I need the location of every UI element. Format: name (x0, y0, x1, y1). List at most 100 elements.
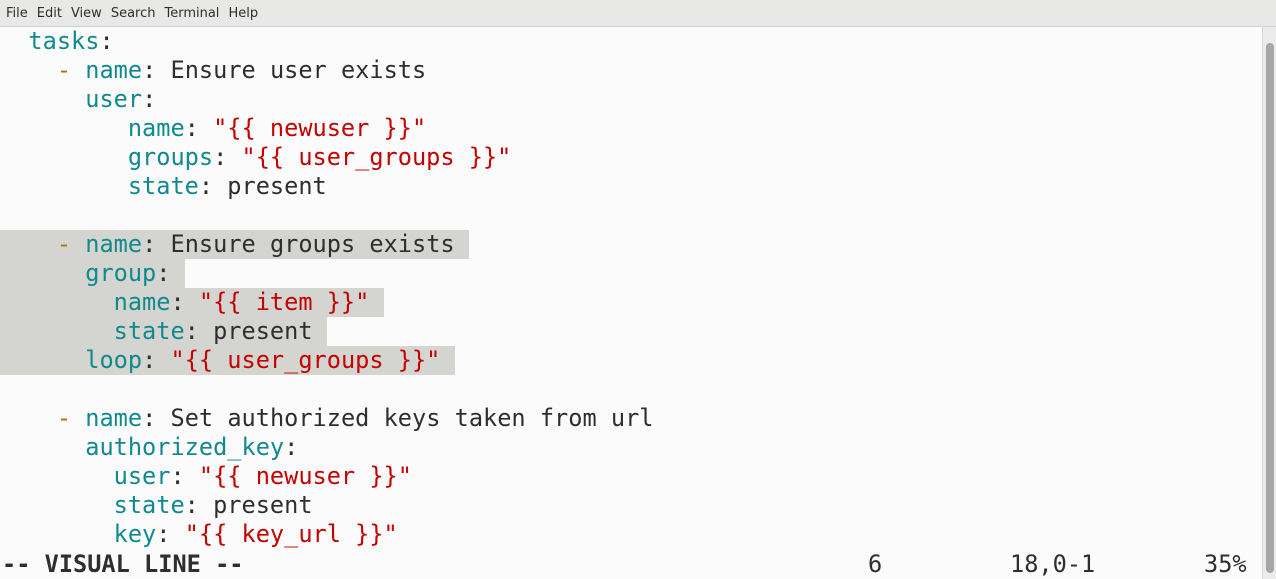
code-line[interactable]: name: "{{ newuser }}" (0, 114, 426, 143)
code-line[interactable]: loop: "{{ user_groups }}" (0, 346, 455, 375)
code-token-key: name (127, 114, 185, 142)
code-line-content: key: "{{ key_url }}" (0, 520, 398, 548)
code-token-plain: : (99, 27, 114, 55)
code-line-content: user: (0, 85, 156, 113)
menu-view[interactable]: View (71, 6, 102, 21)
code-token: : (198, 172, 228, 200)
code-token-key: name (85, 56, 143, 84)
code-line[interactable]: tasks: (0, 27, 114, 56)
code-line-content: group: (0, 259, 185, 288)
code-token-str: "{{ item }}" (198, 288, 384, 316)
code-line-content: - name: Set authorized keys taken from u… (0, 404, 654, 432)
code-line-content: loop: "{{ user_groups }}" (0, 346, 455, 375)
code-token-str: "{{ user_groups }}" (170, 346, 455, 374)
code-line[interactable]: name: "{{ item }}" (0, 288, 384, 317)
menu-bar: File Edit View Search Terminal Help (0, 0, 1276, 27)
code-token: : (142, 56, 171, 84)
code-line-content: state: present (0, 172, 327, 200)
code-token-dash: - (56, 404, 72, 432)
code-token-key: groups (127, 143, 214, 171)
code-line[interactable]: groups: "{{ user_groups }}" (0, 143, 512, 172)
code-token-key: state (113, 317, 185, 345)
code-token-key: name (85, 230, 143, 258)
code-token-plain: present (213, 491, 313, 519)
code-token: : (170, 462, 199, 490)
code-token-plain: present (227, 172, 327, 200)
code-line-content: - name: Ensure groups exists (0, 230, 469, 259)
code-token: : (213, 143, 242, 171)
code-line-content: name: "{{ item }}" (0, 288, 384, 317)
menu-edit[interactable]: Edit (37, 6, 62, 21)
code-token-plain: present (213, 317, 327, 345)
code-line-content: tasks: (0, 27, 114, 55)
menu-help[interactable]: Help (228, 6, 258, 21)
code-line-content: state: present (0, 317, 327, 346)
code-token: : (142, 85, 157, 113)
code-line[interactable]: - name: Ensure groups exists (0, 230, 469, 259)
code-token-key: state (113, 491, 185, 519)
code-line[interactable]: authorized_key: (0, 433, 298, 462)
code-token-plain: Ensure user exists (170, 56, 427, 84)
vertical-scrollbar[interactable] (1262, 27, 1276, 579)
code-token-key: user (85, 85, 143, 113)
code-line[interactable]: - name: Ensure user exists (0, 56, 426, 85)
editor-text-area[interactable]: tasks: - name: Ensure user exists user: … (0, 27, 1262, 550)
code-token-key: state (127, 172, 199, 200)
status-line: -- VISUAL LINE -- 6 18,0-1 35% (0, 549, 1262, 579)
mode-indicator: -- VISUAL LINE -- (2, 550, 244, 578)
code-line[interactable]: state: present (0, 172, 327, 201)
code-token: : (142, 404, 171, 432)
code-line-content: name: "{{ newuser }}" (0, 114, 426, 142)
code-line-content: state: present (0, 491, 313, 519)
code-token: : (170, 288, 199, 316)
menu-terminal[interactable]: Terminal (164, 6, 219, 21)
code-line[interactable]: state: present (0, 317, 327, 346)
code-line[interactable]: state: present (0, 491, 313, 520)
code-token-plain: Set authorized keys taken from url (170, 404, 654, 432)
scrollbar-thumb[interactable] (1266, 43, 1274, 573)
code-token: : (184, 317, 214, 345)
code-token-key: name (113, 288, 171, 316)
code-token-key: loop (85, 346, 143, 374)
code-token-key: group (85, 259, 157, 287)
code-token: : (184, 114, 214, 142)
code-token-plain: Ensure groups exists (170, 230, 469, 258)
code-token-str: "{{ newuser }}" (213, 114, 427, 142)
code-line[interactable]: key: "{{ key_url }}" (0, 520, 398, 549)
code-token-key: authorized_key (85, 433, 285, 461)
code-token: : (284, 433, 299, 461)
code-line[interactable]: - name: Set authorized keys taken from u… (0, 404, 654, 433)
menu-search[interactable]: Search (111, 6, 156, 21)
code-line[interactable]: group: (0, 259, 185, 288)
code-token-key: name (85, 404, 143, 432)
code-token: : (142, 230, 171, 258)
code-token-key: key (113, 520, 157, 548)
code-token: : (156, 259, 185, 287)
code-token: : (156, 520, 185, 548)
code-token: : (142, 346, 171, 374)
code-line[interactable]: user: (0, 85, 156, 114)
menu-file[interactable]: File (6, 6, 28, 21)
code-line[interactable]: user: "{{ newuser }}" (0, 462, 412, 491)
code-token-dash: - (56, 230, 72, 258)
code-token: : (184, 491, 214, 519)
code-token-str: "{{ user_groups }}" (241, 143, 512, 171)
cursor-position: 18,0-1 (1010, 550, 1096, 578)
scroll-percent: 35% (1204, 550, 1247, 578)
code-token-key: tasks (28, 27, 100, 55)
